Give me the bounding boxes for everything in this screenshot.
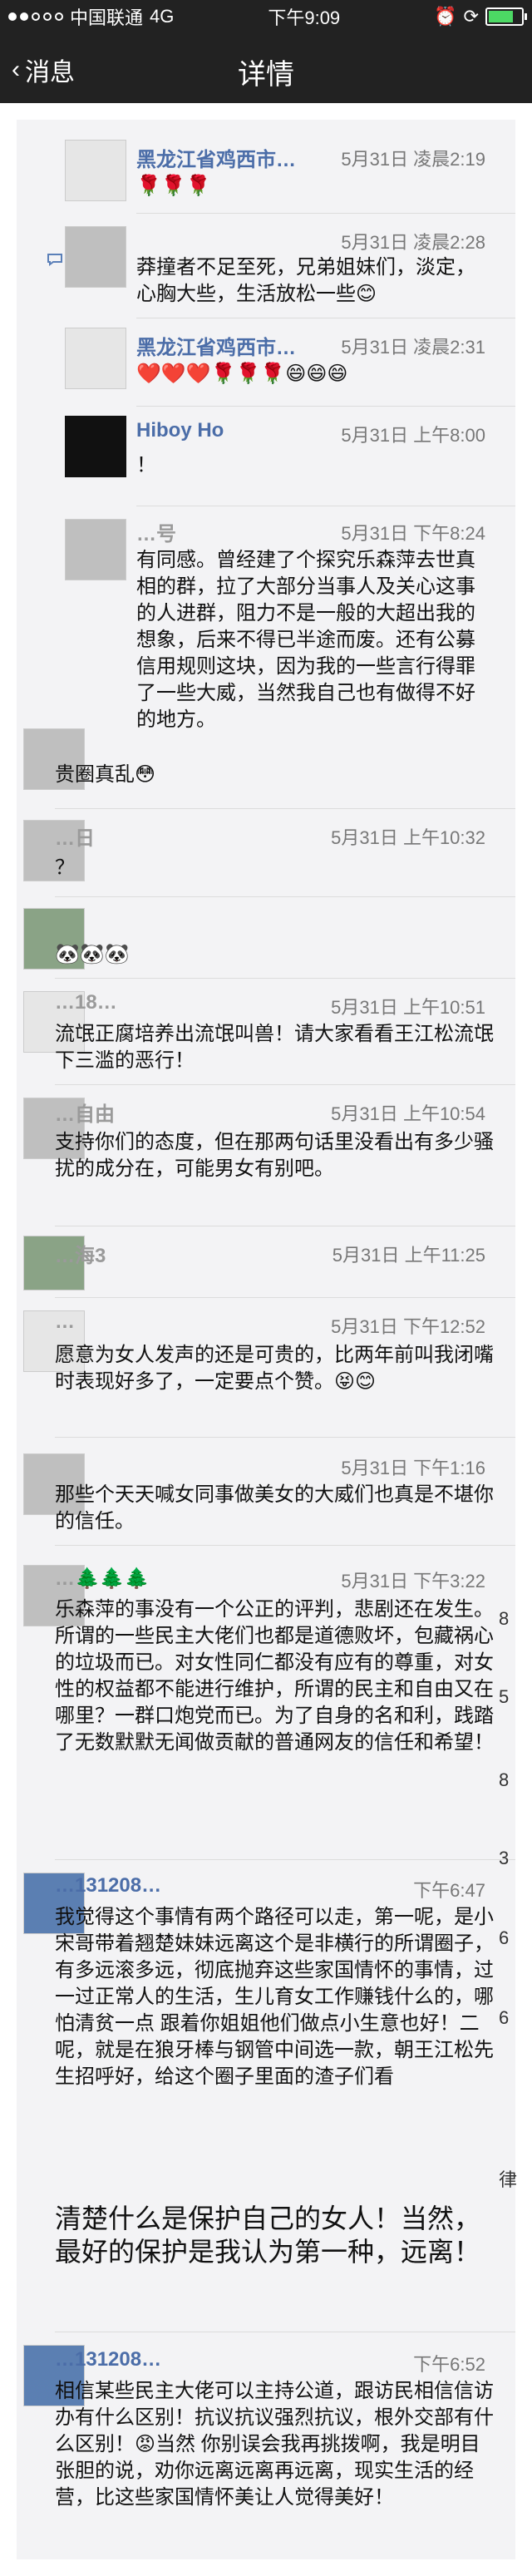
comment-time: 5月31日 下午12:52 xyxy=(331,1316,485,1337)
comment-text: 我觉得这个事情有两个路径可以走，第一呢，是小宋哥带着翘楚妹妹远离这个是非横行的所… xyxy=(55,1906,494,2088)
comment-text: 有同感。曾经建了个探究乐森萍去世真相的群，拉了大部分当事人及关心这事的人进群，阻… xyxy=(136,549,475,731)
comment-item: … 5月31日 下午12:52 愿意为女人发声的还是可贵的，比两年前叫我闭嘴时表… xyxy=(17,1299,515,1439)
comment-time: 5月31日 上午10:32 xyxy=(331,827,485,848)
commenter-name[interactable]: 黑龙江省鸡西市… xyxy=(136,331,296,360)
status-right: ⏰ ⟳ xyxy=(434,6,527,27)
avatar[interactable] xyxy=(65,226,126,288)
edge-glyph: 6 xyxy=(499,2007,510,2028)
avatar[interactable] xyxy=(65,328,126,389)
comment-text: 🐼🐼🐼 xyxy=(55,943,130,965)
divider xyxy=(55,1545,515,1546)
comment-item: 贵圈真乱😳 xyxy=(17,728,515,809)
carrier-label: 中国联通 xyxy=(70,7,144,28)
divider xyxy=(55,896,515,897)
comment-text: 相信某些民主大佬可以主持公道，跟访民相信信访办有什么区别！抗议抗议强烈抗议，根外… xyxy=(55,2380,494,2509)
network-label: 4G xyxy=(150,6,175,27)
comment-time: 5月31日 上午11:25 xyxy=(332,1245,485,1266)
status-time: 下午9:09 xyxy=(268,7,341,28)
comment-item: …18… 5月31日 上午10:51 流氓正腐培养出流氓叫兽！请大家看看王江松流… xyxy=(17,980,515,1086)
divider xyxy=(55,808,515,809)
commenter-name[interactable]: …号 xyxy=(136,517,176,546)
commenter-name[interactable]: …自由 xyxy=(55,1098,115,1127)
comment-time: 5月31日 下午8:24 xyxy=(341,523,485,544)
battery-icon xyxy=(485,7,527,26)
divider xyxy=(55,1297,515,1298)
comment-item: 5月31日 下午1:16 那些个天天喊女同事做美女的大威们也真是不堪你的信任。 xyxy=(17,1439,515,1547)
comment-text: 支持你们的态度，但在那两句话里没看出有多少骚扰的成分在，可能男女有别吧。 xyxy=(55,1131,494,1180)
edge-glyph: 5 xyxy=(499,1686,510,1707)
signal-strength-icon xyxy=(8,12,63,21)
comment-time: 下午6:52 xyxy=(413,2354,485,2375)
commenter-name[interactable]: …日 xyxy=(55,822,95,851)
avatar[interactable] xyxy=(65,140,126,201)
comment-time: 下午6:47 xyxy=(413,1880,485,1901)
comment-text: 莽撞者不足至死，兄弟姐妹们，淡定，心胸大些，生活放松一些😊 xyxy=(136,256,475,305)
comment-time: 5月31日 下午1:16 xyxy=(341,1458,485,1478)
comment-item: …131208… 下午6:52 相信某些民主大佬可以主持公道，跟访民相信信访办有… xyxy=(17,2337,515,2576)
alarm-icon: ⏰ xyxy=(434,6,457,27)
divider xyxy=(55,1859,515,1860)
status-left: 中国联通 4G xyxy=(8,3,174,30)
edge-glyph: 8 xyxy=(499,1769,510,1790)
commenter-name[interactable]: …131208… xyxy=(55,2348,161,2371)
commenter-name[interactable]: …🌲🌲🌲 xyxy=(55,1567,150,1591)
comment-item: …自由 5月31日 上午10:54 支持你们的态度，但在那两句话里没看出有多少骚… xyxy=(17,1086,515,1227)
comment-text: 🌹🌹🌹 xyxy=(136,175,211,197)
comment-time: 5月31日 凌晨2:19 xyxy=(341,149,485,170)
comment-item: …131208… 下午6:47 我觉得这个事情有两个路径可以走，第一呢，是小宋哥… xyxy=(17,1861,515,2332)
divider xyxy=(55,1084,515,1085)
comment-text: 那些个天天喊女同事做美女的大威们也真是不堪你的信任。 xyxy=(55,1483,494,1532)
edge-glyph: 6 xyxy=(499,1927,510,1948)
comment-item: 🐼🐼🐼 xyxy=(17,898,515,979)
comment-time: 5月31日 下午3:22 xyxy=(341,1571,485,1591)
comment-time: 5月31日 上午8:00 xyxy=(341,425,485,446)
comment-item: …号 5月31日 下午8:24 有同感。曾经建了个探究乐森萍去世真相的群，拉了大… xyxy=(17,506,515,731)
comment-item: 黑龙江省鸡西市… 5月31日 凌晨2:31 ❤️❤️❤️🌹🌹🌹😄😄😄 xyxy=(17,319,515,407)
divider xyxy=(55,1437,515,1438)
page-title: 详情 xyxy=(238,59,294,91)
comments-panel: 黑龙江省鸡西市… 5月31日 凌晨2:19 🌹🌹🌹 5月31日 凌晨2:28 莽… xyxy=(17,120,518,2559)
comment-time: 5月31日 凌晨2:28 xyxy=(341,232,485,253)
comment-item: …海3 5月31日 上午11:25 xyxy=(17,1227,515,1298)
comment-item: …日 5月31日 上午10:32 ？ xyxy=(17,810,515,897)
divider xyxy=(136,406,515,407)
edge-glyph: 8 xyxy=(499,1608,510,1629)
commenter-name[interactable]: Hiboy Ho xyxy=(136,419,224,442)
comment-time: 5月31日 凌晨2:31 xyxy=(341,337,485,358)
comment-text: 乐森萍的事没有一个公正的评判，悲剧还在发生。所谓的一些民主大佬们也都是道德败坏，… xyxy=(55,1598,494,1754)
avatar[interactable] xyxy=(65,519,126,580)
commenter-name[interactable]: …18… xyxy=(55,991,117,1014)
comment-item: Hiboy Ho 5月31日 上午8:00 ！ xyxy=(17,407,515,506)
comment-item: 黑龙江省鸡西市… 5月31日 凌晨2:19 🌹🌹🌹 xyxy=(17,131,515,214)
comment-time: 5月31日 上午10:51 xyxy=(331,997,485,1018)
commenter-name[interactable]: 黑龙江省鸡西市… xyxy=(136,143,296,172)
comment-text: ？ xyxy=(55,856,75,879)
comment-time: 5月31日 上午10:54 xyxy=(331,1103,485,1124)
comment-text: 愿意为女人发声的还是可贵的，比两年前叫我闭嘴时表现好多了，一定要点个赞。😝😊 xyxy=(55,1344,494,1393)
comment-text: ❤️❤️❤️🌹🌹🌹😄😄😄 xyxy=(136,363,348,385)
commenter-name[interactable]: …海3 xyxy=(55,1239,106,1268)
avatar[interactable] xyxy=(65,416,126,477)
comment-text: ！ xyxy=(136,454,156,476)
comment-text-large: 清楚什么是保护自己的女人！当然，最好的保护是我认为第一种，远离！ xyxy=(55,2203,481,2267)
status-bar: 中国联通 4G 下午9:09 ⏰ ⟳ xyxy=(0,0,532,33)
divider xyxy=(55,978,515,979)
lock-rotation-icon: ⟳ xyxy=(463,6,479,27)
edge-glyph: 律 xyxy=(499,2169,518,2190)
content-area: 黑龙江省鸡西市… 5月31日 凌晨2:19 🌹🌹🌹 5月31日 凌晨2:28 莽… xyxy=(0,103,532,2559)
top-navbar: ‹ 消息 详情 xyxy=(0,33,532,103)
edge-glyph: 3 xyxy=(499,1848,510,1868)
comment-text: 贵圈真乱😳 xyxy=(55,763,156,786)
comment-item: …🌲🌲🌲 5月31日 下午3:22 乐森萍的事没有一个公正的评判，悲剧还在发生。… xyxy=(17,1547,515,1861)
comment-item: 5月31日 凌晨2:28 莽撞者不足至死，兄弟姐妹们，淡定，心胸大些，生活放松一… xyxy=(17,213,515,318)
commenter-name[interactable]: … xyxy=(55,1310,75,1334)
comment-text: 流氓正腐培养出流氓叫兽！请大家看看王江松流氓下三滥的恶行！ xyxy=(55,1023,494,1072)
commenter-name[interactable]: …131208… xyxy=(55,1874,161,1897)
